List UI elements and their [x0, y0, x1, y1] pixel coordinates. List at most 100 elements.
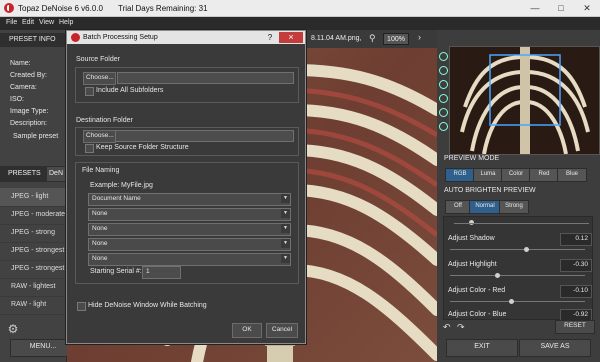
gear-icon[interactable]: ⚙	[4, 322, 22, 336]
preview-mode-label: PREVIEW MODE	[444, 155, 500, 162]
tool-icon[interactable]	[439, 108, 448, 117]
naming-select-value: None	[92, 225, 108, 232]
preview-mode-rgb[interactable]: RGB	[445, 168, 475, 182]
keep-structure-checkbox[interactable]	[85, 144, 94, 153]
tool-icon[interactable]	[439, 94, 448, 103]
slider-value-highlight[interactable]: -0.30	[560, 259, 592, 272]
info-label-type: Image Type:	[10, 108, 49, 115]
maximize-icon[interactable]: □	[552, 2, 570, 14]
starting-serial-input[interactable]: 1	[142, 266, 181, 279]
slider-track-highlight[interactable]	[450, 275, 585, 276]
chevron-down-icon: ▼	[281, 224, 290, 233]
tool-icon[interactable]	[439, 80, 448, 89]
file-naming-label: File Naming	[82, 167, 120, 174]
preview-mode-color[interactable]: Color	[501, 168, 531, 182]
menu-bar: File Edit View Help	[0, 17, 600, 30]
source-path-field[interactable]	[117, 72, 294, 84]
slider-label-red: Adjust Color - Red	[448, 287, 506, 294]
image-toolbar: 8.11.04 AM.png, ⚲ 100% ›	[305, 30, 437, 48]
undo-icon[interactable]: ↶	[443, 322, 453, 332]
naming-select-4[interactable]: None ▼	[88, 238, 291, 251]
slider-label-highlight: Adjust Highlight	[448, 261, 497, 268]
redo-icon[interactable]: ↷	[457, 322, 467, 332]
naming-select-2[interactable]: None ▼	[88, 208, 291, 221]
naming-select-value: None	[92, 255, 108, 262]
save-as-button[interactable]: SAVE AS	[519, 339, 591, 357]
slider-label-shadow: Adjust Shadow	[448, 235, 495, 242]
adjust-panel: Adjust Shadow 0.12 Adjust Highlight -0.3…	[443, 216, 593, 322]
file-naming-group: File Naming Example: MyFile.jpg Document…	[75, 162, 299, 284]
info-label-camera: Camera:	[10, 84, 37, 91]
dialog-titlebar: Batch Processing Setup ? ×	[67, 31, 305, 44]
destination-path-field[interactable]	[115, 130, 294, 142]
exit-button[interactable]: EXIT	[446, 339, 518, 357]
reset-button[interactable]: RESET	[555, 320, 595, 334]
hide-window-label: Hide DeNoise Window While Batching	[88, 302, 207, 309]
brighten-strong[interactable]: Strong	[499, 200, 529, 214]
left-panel: PRESET INFO Name: Created By: Camera: IS…	[0, 30, 78, 362]
hide-window-checkbox[interactable]	[77, 302, 86, 311]
tool-icon[interactable]	[439, 122, 448, 131]
navigator-image	[450, 47, 599, 155]
preview-mode-luma[interactable]: Luma	[473, 168, 503, 182]
menu-file[interactable]: File	[6, 19, 17, 26]
info-label-description: Description:	[10, 120, 47, 127]
slider-value-red[interactable]: -0.10	[560, 285, 592, 298]
topaz-logo-icon	[4, 3, 14, 13]
help-icon[interactable]: ?	[263, 33, 277, 43]
topaz-logo-icon	[71, 33, 80, 42]
destination-folder-group: Choose... Keep Source Folder Structure	[75, 127, 299, 156]
preset-info-header: PRESET INFO	[0, 33, 67, 47]
keep-structure-label: Keep Source Folder Structure	[96, 144, 189, 151]
slider-knob-red[interactable]	[508, 299, 514, 304]
app-title: Topaz DeNoise 6 v6.0.0	[18, 4, 103, 13]
cancel-button[interactable]: Cancel	[266, 323, 298, 338]
starting-serial-label: Starting Serial #:	[90, 268, 142, 275]
preview-mode-blue[interactable]: Blue	[557, 168, 587, 182]
image-filename: 8.11.04 AM.png,	[311, 35, 362, 42]
include-subfolders-label: Include All Subfolders	[96, 87, 164, 94]
slider-value-shadow[interactable]: 0.12	[560, 233, 592, 246]
tab-denoise[interactable]: DeN	[47, 167, 67, 181]
example-label: Example:	[90, 182, 120, 189]
include-subfolders-checkbox[interactable]	[85, 87, 94, 96]
zoom-icon[interactable]: ⚲	[369, 33, 381, 45]
naming-select-5[interactable]: None ▼	[88, 253, 291, 266]
zoom-level[interactable]: 100%	[383, 33, 409, 45]
info-label-created: Created By:	[10, 72, 47, 79]
choose-destination-button[interactable]: Choose...	[83, 130, 116, 143]
naming-select-1[interactable]: Document Name ▼	[88, 193, 291, 206]
sample-preset-text: Sample preset	[13, 133, 59, 140]
source-folder-group: Choose... Include All Subfolders	[75, 67, 299, 103]
slider-knob-highlight[interactable]	[495, 273, 501, 278]
naming-select-value: None	[92, 210, 108, 217]
slider-track-red[interactable]	[450, 301, 585, 302]
brighten-normal[interactable]: Normal	[469, 200, 501, 214]
dialog-title: Batch Processing Setup	[83, 34, 158, 41]
example-value: MyFile.jpg	[121, 182, 153, 189]
chevron-down-icon: ▼	[281, 239, 290, 248]
preview-mode-red[interactable]: Red	[529, 168, 559, 182]
tool-icon[interactable]	[439, 52, 448, 61]
choose-source-button[interactable]: Choose...	[83, 72, 116, 85]
naming-select-3[interactable]: None ▼	[88, 223, 291, 236]
close-window-icon[interactable]: ✕	[578, 2, 596, 14]
tool-icon[interactable]	[439, 66, 448, 75]
tab-presets[interactable]: PRESETS	[8, 170, 41, 177]
slider-track[interactable]	[454, 223, 589, 224]
auto-brighten-label: AUTO BRIGHTEN PREVIEW	[444, 187, 536, 194]
menu-edit[interactable]: Edit	[22, 19, 34, 26]
brighten-off[interactable]: Off	[445, 200, 471, 214]
ok-button[interactable]: OK	[232, 323, 262, 338]
navigator-thumbnail[interactable]	[449, 46, 600, 155]
info-label-iso: ISO:	[10, 96, 25, 103]
menu-view[interactable]: View	[39, 19, 54, 26]
dialog-close-icon[interactable]: ×	[279, 32, 303, 43]
minimize-icon[interactable]: —	[526, 2, 544, 14]
chevron-down-icon: ▼	[281, 209, 290, 218]
slider-track-shadow[interactable]	[450, 249, 585, 250]
slider-knob-shadow[interactable]	[523, 247, 529, 252]
chevron-right-icon[interactable]: ›	[418, 32, 428, 44]
menu-help[interactable]: Help	[59, 19, 73, 26]
right-panel: PREVIEW MODE RGB Luma Color Red Blue AUT…	[437, 30, 600, 362]
